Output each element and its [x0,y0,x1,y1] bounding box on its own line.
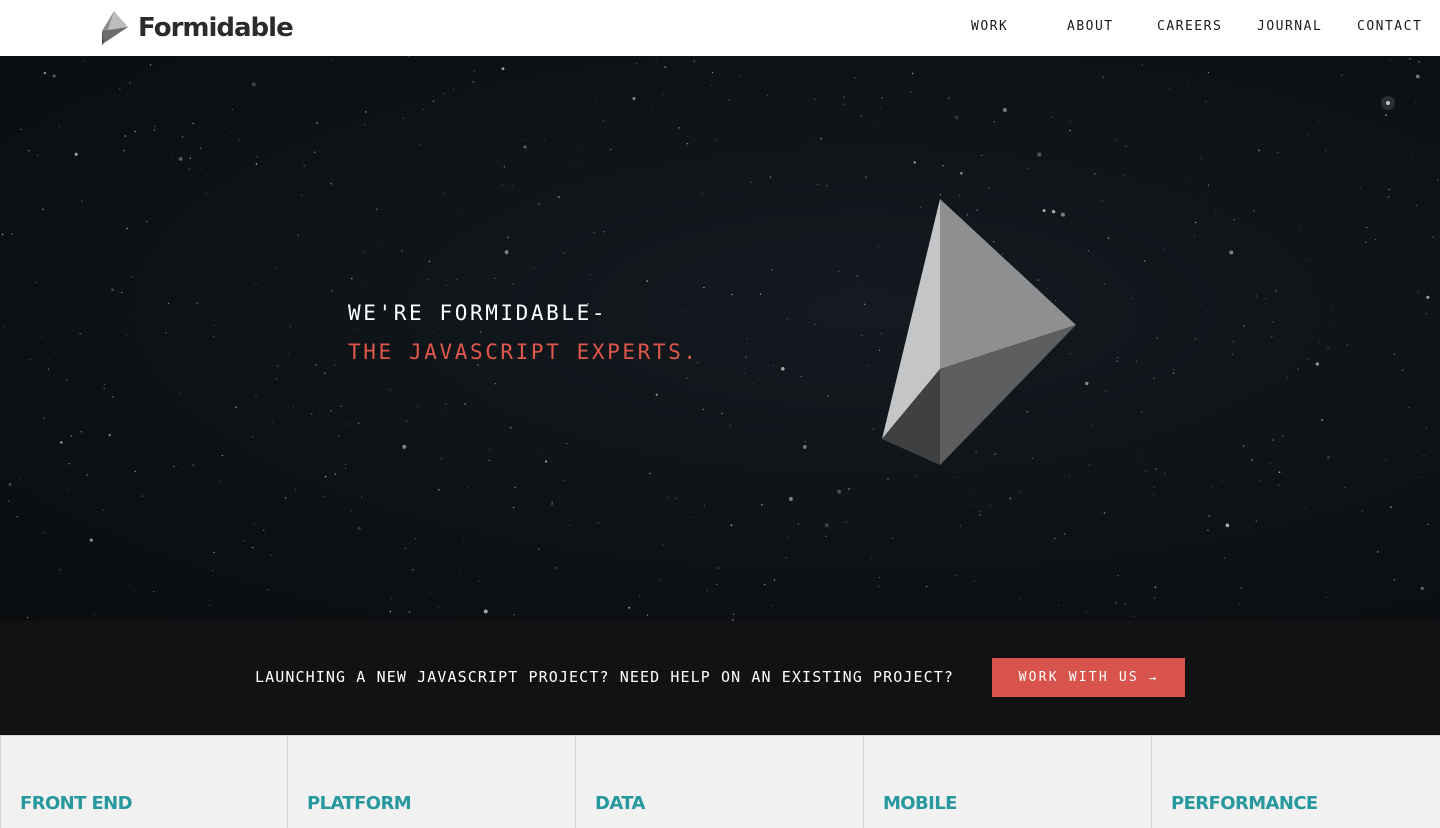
work-with-us-label: WORK WITH US [1018,670,1139,685]
nav-item-work[interactable]: WORK [971,19,1008,34]
site-header: Formidable WORK ABOUT CAREERS JOURNAL CO… [0,0,1440,56]
hero-section: WE'RE FORMIDABLE- THE JAVASCRIPT EXPERTS… [0,56,1440,621]
nav-item-journal[interactable]: JOURNAL [1257,19,1322,34]
services-row: FRONT END PLATFORM DATA MOBILE PERFORMAN… [0,735,1440,828]
service-title: DATA [595,793,645,814]
service-title: PLATFORM [307,793,412,814]
nav-item-about[interactable]: ABOUT [1067,19,1114,34]
service-title: PERFORMANCE [1171,793,1318,814]
hero-heading: WE'RE FORMIDABLE- [348,301,608,325]
starfield-background [1,56,1439,621]
service-performance[interactable]: PERFORMANCE [1152,736,1440,828]
hero-subheading: THE JAVASCRIPT EXPERTS. [348,340,699,364]
service-mobile[interactable]: MOBILE [864,736,1152,828]
main-nav: WORK ABOUT CAREERS JOURNAL CONTACT [0,0,1440,56]
nav-item-careers[interactable]: CAREERS [1157,19,1222,34]
nav-item-contact[interactable]: CONTACT [1357,19,1422,34]
service-title: FRONT END [20,793,133,814]
service-platform[interactable]: PLATFORM [288,736,576,828]
service-title: MOBILE [883,793,957,814]
prism-illustration [882,199,1076,465]
cta-band: LAUNCHING A NEW JAVASCRIPT PROJECT? NEED… [0,621,1440,735]
service-data[interactable]: DATA [576,736,864,828]
work-with-us-button[interactable]: WORK WITH US → [992,658,1185,697]
arrow-right-icon: → [1148,670,1159,685]
service-front-end[interactable]: FRONT END [0,736,288,828]
cta-text: LAUNCHING A NEW JAVASCRIPT PROJECT? NEED… [255,668,955,686]
